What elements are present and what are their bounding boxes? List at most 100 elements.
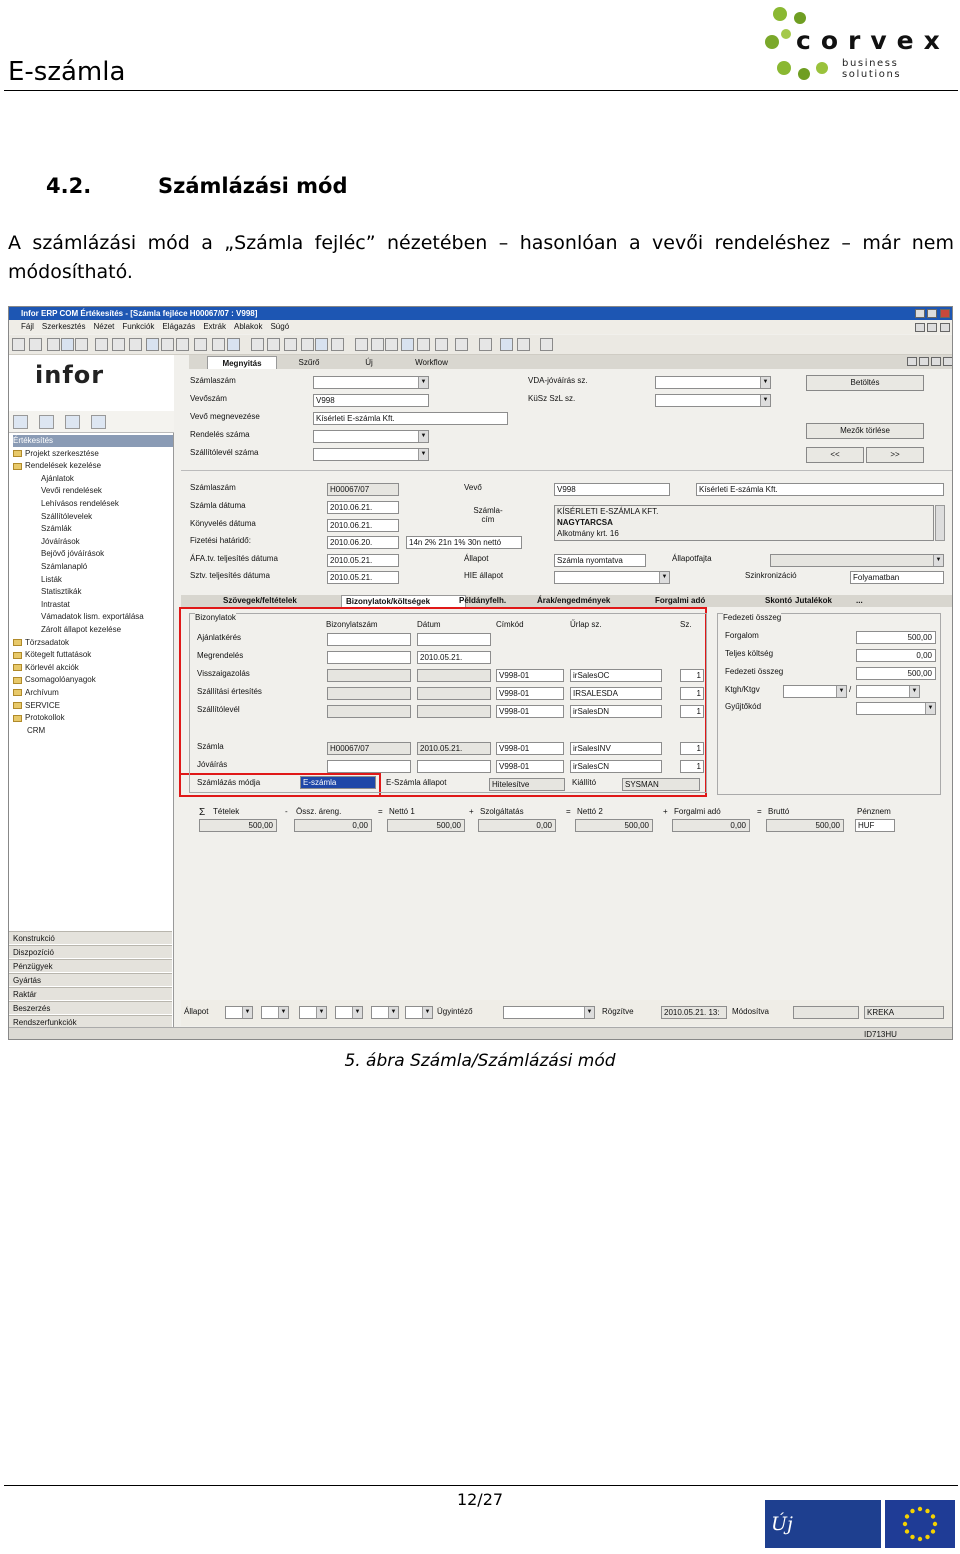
vda-credit-input[interactable]: ▼: [655, 376, 771, 389]
tab-2[interactable]: Új: [349, 356, 389, 369]
copies-field[interactable]: 1: [680, 760, 704, 773]
detail-tab-2[interactable]: Példányfelh.: [459, 595, 506, 607]
toolbar-button-icon[interactable]: [129, 338, 142, 351]
address-code-select[interactable]: V998-01: [496, 705, 564, 718]
tree-item[interactable]: Vevői rendelések: [41, 485, 102, 497]
detail-tab-4[interactable]: Forgalmi adó: [655, 595, 705, 607]
menu-item[interactable]: Súgó: [270, 322, 289, 331]
header-field-0[interactable]: H00067/07: [327, 483, 399, 496]
cost-value-field[interactable]: 0,00: [856, 649, 936, 662]
address-code-select[interactable]: V998-01: [496, 760, 564, 773]
status-type-select[interactable]: ▼: [770, 554, 944, 567]
header-field-4[interactable]: 2010.05.21.: [327, 554, 399, 567]
doc-close-button[interactable]: [940, 323, 950, 332]
total-value-field[interactable]: 500,00: [766, 819, 844, 832]
category-button[interactable]: Pénzügyek: [9, 959, 172, 972]
form-number-select[interactable]: irSalesINV: [570, 742, 662, 755]
dropdown-arrow-icon[interactable]: ▼: [760, 377, 770, 388]
dropdown-arrow-icon[interactable]: ▼: [352, 1007, 362, 1018]
nav-button[interactable]: [931, 357, 941, 366]
tree-item[interactable]: Zárolt állapot kezelése: [41, 624, 121, 636]
toolbar-button-icon[interactable]: [371, 338, 384, 351]
menu-item[interactable]: Funkciók: [122, 322, 154, 331]
address-field[interactable]: KÍSÉRLETI E-SZÁMLA KFT. NAGYTARCSA Alkotmá…: [554, 505, 934, 541]
dropdown-arrow-icon[interactable]: ▼: [316, 1007, 326, 1018]
cost-value-field[interactable]: 500,00: [856, 631, 936, 644]
total-value-field[interactable]: 500,00: [387, 819, 465, 832]
form-number-select[interactable]: irSalesCN: [570, 760, 662, 773]
toolbar-button-icon[interactable]: [355, 338, 368, 351]
copies-field[interactable]: 1: [680, 669, 704, 682]
toolbar-button-icon[interactable]: [29, 338, 42, 351]
toolbar-button-icon[interactable]: [301, 338, 314, 351]
toolbar-button-icon[interactable]: [12, 338, 25, 351]
dropdown-arrow-icon[interactable]: ▼: [836, 686, 846, 697]
document-date-field[interactable]: 2010.05.21.: [417, 742, 491, 755]
menu-item[interactable]: Elágazás: [162, 322, 195, 331]
delivery-note-input[interactable]: ▼: [313, 448, 429, 461]
tree-item[interactable]: Ajánlatok: [41, 473, 74, 485]
status-select[interactable]: ▼: [225, 1006, 253, 1019]
toolbar-button-icon[interactable]: [331, 338, 344, 351]
document-date-field[interactable]: 2010.05.21.: [417, 651, 491, 664]
toolbar-button-icon[interactable]: [417, 338, 430, 351]
customer-name-input[interactable]: Kísérleti E-számla Kft.: [313, 412, 508, 425]
tree-item[interactable]: Csomagolóanyagok: [13, 674, 96, 686]
total-value-field[interactable]: 500,00: [575, 819, 653, 832]
status-select[interactable]: ▼: [299, 1006, 327, 1019]
tab-3[interactable]: Workflow: [404, 356, 459, 369]
document-number-field[interactable]: [327, 669, 411, 682]
toolbar-button-icon[interactable]: [95, 338, 108, 351]
prev-button[interactable]: <<: [806, 447, 864, 463]
tree-item[interactable]: Protokollok: [13, 712, 65, 724]
collector-code-select[interactable]: ▼: [856, 702, 936, 715]
tree-tool-icon[interactable]: [39, 415, 54, 429]
category-button[interactable]: Raktár: [9, 987, 172, 1000]
tree-item[interactable]: Értékesítés: [13, 435, 173, 447]
menu-item[interactable]: Fájl: [21, 322, 34, 331]
dropdown-arrow-icon[interactable]: ▼: [925, 703, 935, 714]
toolbar-button-icon[interactable]: [267, 338, 280, 351]
toolbar-button-icon[interactable]: [385, 338, 398, 351]
tree-item[interactable]: Listák: [41, 574, 62, 586]
toolbar-button-icon[interactable]: [61, 338, 74, 351]
category-button[interactable]: Konstrukció: [9, 931, 172, 944]
toolbar-button-icon[interactable]: [47, 338, 60, 351]
tree-item[interactable]: Bejövő jóváírások: [41, 548, 104, 560]
toolbar-button-icon[interactable]: [212, 338, 225, 351]
menu-item[interactable]: Extrák: [203, 322, 226, 331]
category-button[interactable]: Diszpozíció: [9, 945, 172, 958]
toolbar-button-icon[interactable]: [517, 338, 530, 351]
dropdown-arrow-icon[interactable]: ▼: [418, 449, 428, 460]
invoice-number-input[interactable]: ▼: [313, 376, 429, 389]
dropdown-arrow-icon[interactable]: ▼: [659, 572, 669, 583]
dropdown-arrow-icon[interactable]: ▼: [418, 431, 428, 442]
billing-mode-select[interactable]: E-számla: [300, 776, 376, 789]
copies-field[interactable]: 1: [680, 742, 704, 755]
toolbar-button-icon[interactable]: [75, 338, 88, 351]
menu-item[interactable]: Ablakok: [234, 322, 262, 331]
form-number-select[interactable]: irSalesOC: [570, 669, 662, 682]
toolbar-button-icon[interactable]: [194, 338, 207, 351]
document-number-field[interactable]: [327, 705, 411, 718]
header-field-2[interactable]: 2010.06.21.: [327, 519, 399, 532]
header-field-1[interactable]: 2010.06.21.: [327, 501, 399, 514]
document-number-field[interactable]: [327, 687, 411, 700]
status-select[interactable]: ▼: [261, 1006, 289, 1019]
address-code-select[interactable]: V998-01: [496, 669, 564, 682]
menu-item[interactable]: Nézet: [93, 322, 114, 331]
tree-item[interactable]: Archívum: [13, 687, 59, 699]
tree-tool-icon[interactable]: [91, 415, 106, 429]
tree-item[interactable]: Körlevél akciók: [13, 662, 79, 674]
category-button[interactable]: Gyártás: [9, 973, 172, 986]
cost-value-field[interactable]: 500,00: [856, 667, 936, 680]
issuer-field[interactable]: SYSMAN: [622, 778, 700, 791]
tab-1[interactable]: Szűrő: [289, 356, 329, 369]
nav-button[interactable]: [907, 357, 917, 366]
dropdown-arrow-icon[interactable]: ▼: [760, 395, 770, 406]
tree-item[interactable]: Kötegelt futtatások: [13, 649, 91, 661]
toolbar-button-icon[interactable]: [435, 338, 448, 351]
toolbar-button-icon[interactable]: [146, 338, 159, 351]
cost-center-select[interactable]: ▼: [783, 685, 847, 698]
customer-name-field[interactable]: Kísérleti E-számla Kft.: [696, 483, 944, 496]
